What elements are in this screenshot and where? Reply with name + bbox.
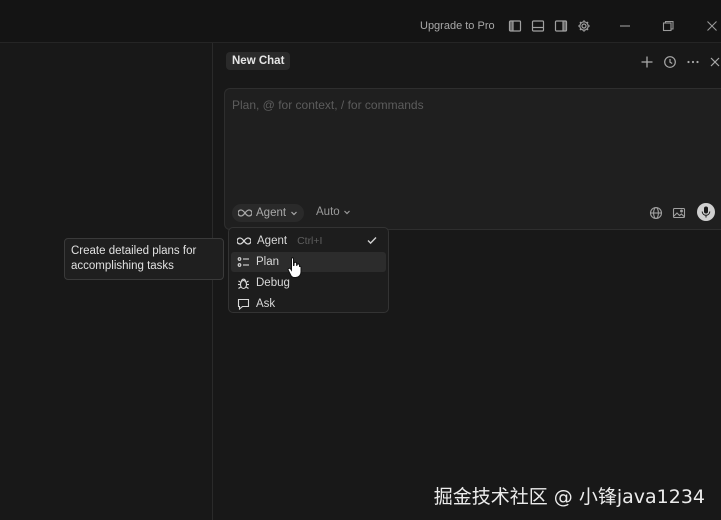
- more-icon[interactable]: [686, 55, 700, 69]
- tab-new-chat[interactable]: New Chat: [226, 52, 291, 70]
- close-window-icon[interactable]: [705, 19, 719, 33]
- panel-bottom-icon[interactable]: [531, 19, 545, 33]
- infinity-icon: [238, 209, 252, 217]
- image-icon[interactable]: [672, 206, 686, 220]
- infinity-icon: [237, 237, 251, 245]
- mode-item-label: Agent: [257, 235, 288, 247]
- hand-cursor-icon: [287, 257, 302, 278]
- close-icon[interactable]: [708, 55, 721, 69]
- mode-selector[interactable]: Agent: [232, 204, 305, 222]
- globe-icon[interactable]: [649, 206, 663, 220]
- mode-menu: Agent Ctrl+I Plan Debug Ask: [228, 227, 389, 313]
- watermark-text: 掘金技术社区 @ 小锋java1234: [433, 486, 705, 508]
- mode-item-debug[interactable]: Debug: [231, 273, 386, 293]
- chat-bubble-icon: [237, 298, 250, 310]
- minimize-icon[interactable]: [618, 19, 632, 33]
- list-icon: [237, 257, 249, 267]
- chevron-down-icon: [343, 210, 350, 215]
- mode-item-label: Plan: [256, 256, 280, 268]
- chevron-down-icon: [291, 211, 297, 216]
- left-panel: [0, 43, 212, 520]
- mode-selector-label: Agent: [256, 207, 287, 219]
- restore-icon[interactable]: [661, 19, 675, 33]
- checkmark-icon: [367, 237, 377, 245]
- sidebar-right-icon[interactable]: [554, 19, 568, 33]
- gear-icon[interactable]: [577, 19, 591, 33]
- chat-input[interactable]: [232, 98, 702, 188]
- plus-icon[interactable]: [640, 55, 654, 69]
- bug-icon: [238, 278, 249, 289]
- mode-item-label: Ask: [256, 298, 276, 310]
- mode-tooltip: Create detailed plans for accomplishing …: [64, 238, 224, 280]
- mode-item-ask[interactable]: Ask: [231, 294, 386, 314]
- upgrade-to-pro-link[interactable]: Upgrade to Pro: [420, 20, 495, 32]
- mode-item-plan[interactable]: Plan: [231, 252, 386, 272]
- shortcut-label: Ctrl+I: [297, 235, 323, 247]
- mic-icon[interactable]: [697, 203, 715, 221]
- history-icon[interactable]: [663, 55, 677, 69]
- sidebar-left-icon[interactable]: [508, 19, 522, 33]
- mode-item-agent[interactable]: Agent Ctrl+I: [231, 231, 386, 251]
- model-selector-label: Auto: [316, 206, 340, 218]
- title-bar: Upgrade to Pro: [0, 0, 721, 43]
- model-selector[interactable]: Auto: [316, 206, 351, 218]
- mode-item-label: Debug: [256, 277, 290, 289]
